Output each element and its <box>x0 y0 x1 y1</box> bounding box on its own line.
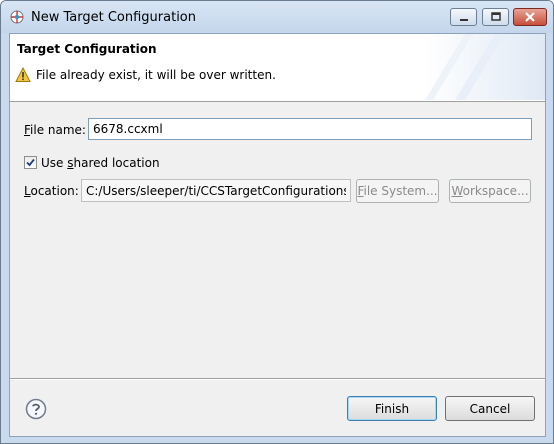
location-label: Location: <box>24 184 79 198</box>
footer-separator <box>10 378 545 380</box>
banner-title: Target Configuration <box>17 42 157 56</box>
file-system-button[interactable]: File System... <box>356 179 439 203</box>
dialog-body: Target Configuration File already exist,… <box>9 33 546 437</box>
file-name-label-post: ile name: <box>30 123 86 137</box>
target-config-icon <box>10 10 24 24</box>
cancel-button[interactable]: Cancel <box>445 396 535 421</box>
workspace-label-mnemonic: W <box>451 184 463 198</box>
use-shared-location-checkbox[interactable] <box>24 156 37 169</box>
file-name-label: File name: <box>24 123 86 137</box>
file-name-input[interactable] <box>88 118 532 140</box>
checkmark-icon <box>26 158 35 167</box>
location-input[interactable] <box>81 179 351 202</box>
help-icon[interactable] <box>25 398 47 420</box>
use-shared-location-post: hared location <box>73 156 160 170</box>
close-button[interactable] <box>513 8 547 26</box>
workspace-label-post: orkspace... <box>462 184 529 198</box>
banner-decoration <box>425 34 545 100</box>
title-bar[interactable]: New Target Configuration <box>1 1 553 33</box>
minimize-icon <box>459 19 468 21</box>
maximize-icon <box>490 12 501 21</box>
warning-icon <box>15 67 31 82</box>
minimize-button[interactable] <box>450 8 477 26</box>
maximize-button[interactable] <box>482 8 509 26</box>
dialog-window: New Target Configuration Target Configur… <box>0 0 554 444</box>
wizard-banner: Target Configuration File already exist,… <box>10 34 545 102</box>
workspace-button[interactable]: Workspace... <box>449 179 531 203</box>
file-system-label-post: ile System... <box>363 184 438 198</box>
use-shared-location-label[interactable]: Use shared location <box>41 156 160 170</box>
use-shared-location-pre: Use <box>41 156 68 170</box>
finish-button[interactable]: Finish <box>347 396 437 421</box>
banner-message: File already exist, it will be over writ… <box>36 68 276 82</box>
location-label-post: ocation: <box>30 184 79 198</box>
window-title: New Target Configuration <box>31 10 197 25</box>
close-icon <box>525 12 535 22</box>
